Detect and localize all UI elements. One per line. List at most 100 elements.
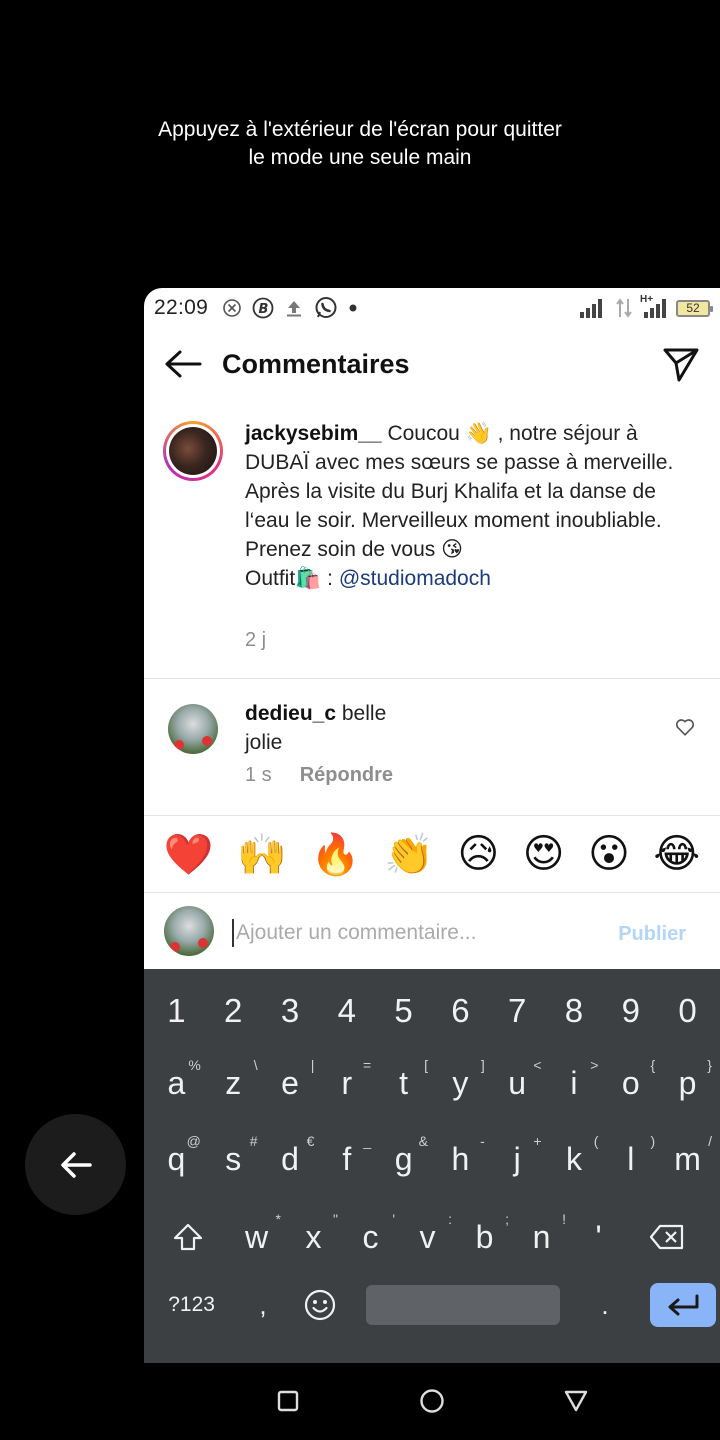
comment-input[interactable]: Ajouter un commentaire...: [232, 919, 592, 947]
key-s[interactable]: s #: [205, 1129, 262, 1189]
shift-key[interactable]: [148, 1207, 228, 1267]
emoji-fire[interactable]: 🔥: [311, 831, 361, 878]
key-q[interactable]: q @: [148, 1129, 205, 1189]
key-j[interactable]: j +: [489, 1129, 546, 1189]
caption-author-avatar[interactable]: [163, 421, 223, 481]
key-label: q: [167, 1140, 186, 1177]
key-alt: |: [310, 1057, 315, 1073]
key-c[interactable]: c ': [342, 1207, 399, 1267]
key-r[interactable]: r =: [318, 1053, 375, 1113]
key-label: k: [565, 1140, 582, 1177]
key-m[interactable]: m /: [659, 1129, 716, 1189]
emoji-key[interactable]: [291, 1275, 350, 1335]
key-b[interactable]: b;: [456, 1207, 513, 1267]
share-button[interactable]: [642, 328, 720, 400]
recents-button[interactable]: [272, 1385, 304, 1417]
key-label: y: [452, 1064, 469, 1101]
key-w[interactable]: w *: [228, 1207, 285, 1267]
key-alt: >: [590, 1057, 599, 1073]
emoji-raising-hands[interactable]: 🙌: [237, 831, 287, 878]
key-5[interactable]: 5: [375, 981, 432, 1041]
publish-button[interactable]: Publier: [618, 923, 686, 946]
key-o[interactable]: o{: [602, 1053, 659, 1113]
key-l[interactable]: l): [602, 1129, 659, 1189]
triangle-icon: [564, 1390, 588, 1412]
emoji-laughing[interactable]: 😂: [653, 831, 700, 877]
key-label: d: [281, 1140, 299, 1177]
like-heart-icon[interactable]: [674, 716, 696, 738]
caption-text-block: jackysebim__ Coucou 👋 , notre séjour à D…: [245, 419, 705, 593]
key-u[interactable]: u <: [489, 1053, 546, 1113]
key-p[interactable]: p}: [659, 1053, 716, 1113]
key-alt: ;: [505, 1211, 509, 1227]
emoji-clapping[interactable]: 👏: [384, 831, 434, 878]
caption-username[interactable]: jackysebim__: [245, 422, 382, 445]
key-i[interactable]: i >: [546, 1053, 603, 1113]
key-3[interactable]: 3: [262, 981, 319, 1041]
commenter-avatar[interactable]: [168, 704, 218, 754]
battery-indicator: 52: [676, 299, 713, 317]
svg-text:B: B: [259, 302, 269, 317]
space-bar[interactable]: [366, 1285, 561, 1325]
one-handed-back-button[interactable]: [25, 1114, 126, 1215]
comment-username[interactable]: dedieu_c: [245, 702, 336, 725]
circle-icon: [420, 1389, 444, 1413]
key-1[interactable]: 1: [148, 981, 205, 1041]
key-label: i: [570, 1064, 578, 1101]
key-8[interactable]: 8: [546, 981, 603, 1041]
key-apostrophe[interactable]: ': [570, 1207, 627, 1267]
key-f[interactable]: f _: [318, 1129, 375, 1189]
backspace-key[interactable]: [627, 1207, 707, 1267]
key-label: b: [475, 1218, 494, 1255]
key-h[interactable]: h-: [432, 1129, 489, 1189]
home-button[interactable]: [416, 1385, 448, 1417]
signal-icon: [580, 299, 602, 318]
avatar-image: [169, 427, 217, 475]
battery-level: 52: [686, 301, 700, 315]
key-alt: =: [363, 1057, 372, 1073]
key-k[interactable]: k(: [546, 1129, 603, 1189]
key-label: t: [399, 1064, 409, 1101]
key-d[interactable]: d €: [262, 1129, 319, 1189]
key-z[interactable]: z \: [205, 1053, 262, 1113]
key-alt: %: [188, 1057, 201, 1073]
comment-text-line-2: jolie: [245, 731, 283, 754]
key-y[interactable]: y]: [432, 1053, 489, 1113]
key-label: a: [167, 1064, 186, 1101]
emoji-heart-eyes[interactable]: 😍: [523, 831, 565, 877]
key-alt: <: [533, 1057, 542, 1073]
key-7[interactable]: 7: [489, 981, 546, 1041]
key-2[interactable]: 2: [205, 981, 262, 1041]
enter-key[interactable]: [649, 1283, 717, 1327]
key-x[interactable]: x ": [285, 1207, 342, 1267]
key-4[interactable]: 4: [318, 981, 375, 1041]
key-label: v: [419, 1218, 436, 1255]
key-label: j: [513, 1140, 521, 1177]
comma-key[interactable]: ,: [235, 1275, 291, 1335]
mention-link[interactable]: @studiomadoch: [339, 567, 491, 590]
key-n[interactable]: n!: [513, 1207, 570, 1267]
back-nav-button[interactable]: [560, 1385, 592, 1417]
key-0[interactable]: 0: [659, 981, 716, 1041]
app-screen: 22:09 B H+ 52 Commentaires jackysebim__ …: [144, 288, 720, 1363]
key-e[interactable]: e |: [262, 1053, 319, 1113]
emoji-surprised[interactable]: 😮: [588, 831, 630, 877]
back-button[interactable]: [144, 328, 222, 400]
data-transfer-icon: [616, 298, 632, 318]
key-g[interactable]: g &: [375, 1129, 432, 1189]
key-6[interactable]: 6: [432, 981, 489, 1041]
keyboard-row-2: q @ s # d € f _ g & h- j + k( l) m /: [144, 1129, 720, 1189]
key-a[interactable]: a%: [148, 1053, 205, 1113]
reply-button[interactable]: Répondre: [300, 764, 393, 787]
key-alt: #: [249, 1133, 258, 1149]
key-alt: /: [708, 1133, 712, 1149]
key-label: c: [362, 1218, 379, 1255]
key-alt: [: [424, 1057, 428, 1073]
key-v[interactable]: v:: [399, 1207, 456, 1267]
period-key[interactable]: .: [560, 1275, 649, 1335]
symbols-key[interactable]: ?123: [148, 1275, 235, 1335]
key-t[interactable]: t[: [375, 1053, 432, 1113]
key-9[interactable]: 9: [602, 981, 659, 1041]
emoji-red-heart[interactable]: ❤️: [164, 831, 214, 878]
emoji-sad[interactable]: 😥: [457, 831, 499, 877]
